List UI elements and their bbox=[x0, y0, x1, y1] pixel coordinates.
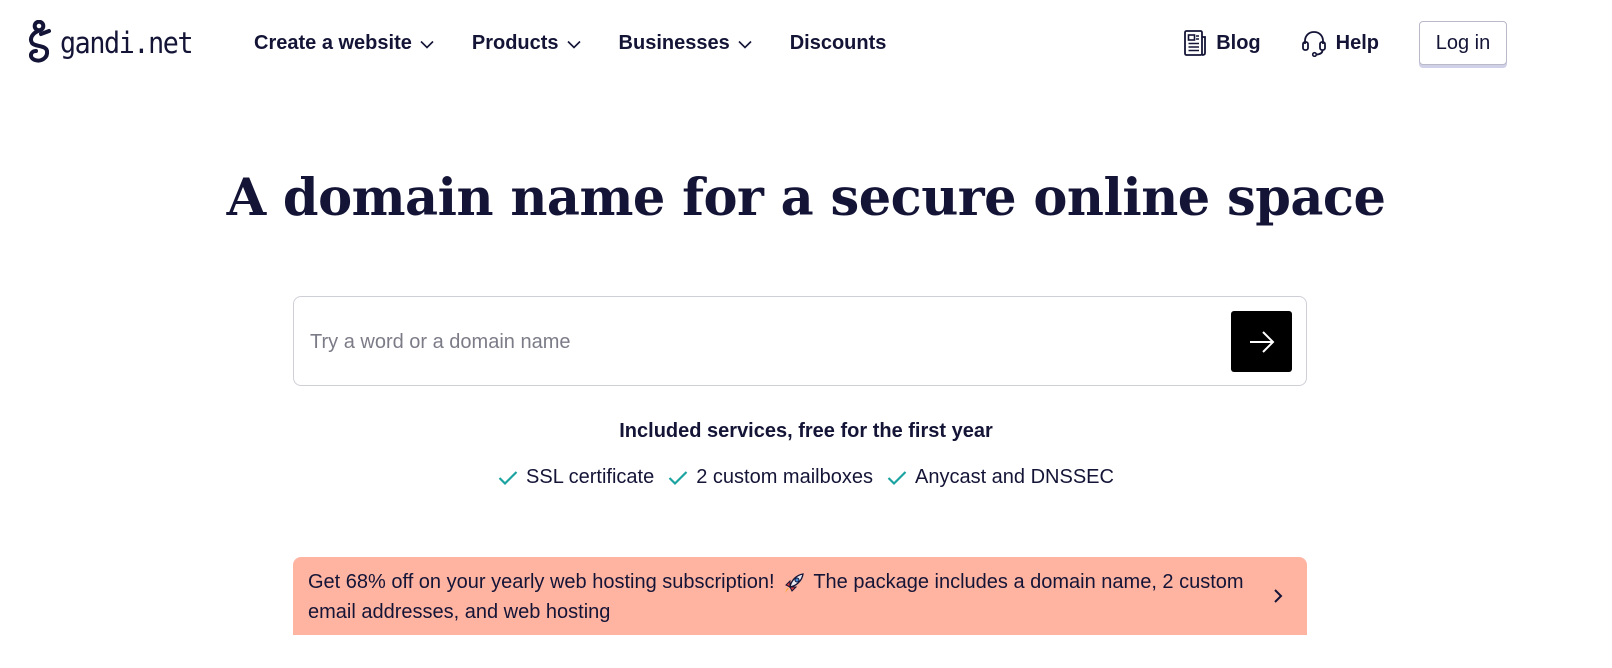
nav-discounts[interactable]: Discounts bbox=[790, 28, 887, 58]
feature-item: Anycast and DNSSEC bbox=[887, 466, 1114, 489]
help-link[interactable]: Help bbox=[1301, 29, 1379, 57]
arrow-right-icon bbox=[1249, 330, 1274, 353]
rocket-icon bbox=[785, 572, 804, 593]
domain-search-box bbox=[293, 296, 1307, 386]
page-title: A domain name for a secure online space bbox=[226, 168, 1386, 228]
domain-search-input[interactable] bbox=[308, 317, 1192, 367]
search-submit-button[interactable] bbox=[1231, 311, 1292, 372]
utility-nav: Blog Help Log in bbox=[1183, 20, 1612, 66]
chevron-down-icon bbox=[738, 40, 752, 49]
check-icon bbox=[668, 470, 688, 485]
gandi-logo-icon bbox=[28, 20, 51, 63]
check-icon bbox=[887, 470, 907, 485]
nav-businesses[interactable]: Businesses bbox=[619, 28, 752, 58]
feature-label: Anycast and DNSSEC bbox=[914, 466, 1114, 488]
nav-businesses-label: Businesses bbox=[618, 31, 730, 54]
logo-text: gandi.net bbox=[60, 26, 194, 60]
feature-item: 2 custom mailboxes bbox=[668, 466, 873, 489]
chevron-down-icon bbox=[566, 40, 581, 49]
nav-create-website[interactable]: Create a website bbox=[254, 28, 434, 58]
chevron-right-icon bbox=[1274, 589, 1283, 603]
nav-discounts-label: Discounts bbox=[789, 31, 887, 54]
main-nav: Create a website Products Businesses Dis… bbox=[254, 28, 886, 58]
newspaper-icon bbox=[1184, 30, 1207, 56]
help-label: Help bbox=[1335, 31, 1379, 54]
promo-banner[interactable]: Get 68% off on your yearly web hosting s… bbox=[293, 557, 1307, 635]
promo-text-before: Get 68% off on your yearly web hosting s… bbox=[308, 571, 775, 593]
nav-products[interactable]: Products bbox=[472, 28, 581, 58]
gandi-logo[interactable]: gandi.net bbox=[24, 20, 204, 66]
feature-label: 2 custom mailboxes bbox=[696, 466, 873, 488]
feature-label: SSL certificate bbox=[526, 466, 655, 488]
blog-link[interactable]: Blog bbox=[1183, 29, 1261, 57]
included-features: SSL certificate 2 custom mailboxes Anyca… bbox=[0, 466, 1612, 489]
chevron-down-icon bbox=[420, 40, 434, 49]
headset-icon bbox=[1301, 31, 1326, 57]
included-heading: Included services, free for the first ye… bbox=[619, 420, 993, 442]
blog-label: Blog bbox=[1216, 31, 1261, 54]
site-header: gandi.net Create a website Products Busi… bbox=[0, 0, 1612, 84]
feature-item: SSL certificate bbox=[498, 466, 654, 489]
nav-create-website-label: Create a website bbox=[254, 31, 412, 54]
check-icon bbox=[498, 470, 518, 485]
login-button[interactable]: Log in bbox=[1419, 21, 1507, 65]
nav-products-label: Products bbox=[471, 31, 559, 54]
